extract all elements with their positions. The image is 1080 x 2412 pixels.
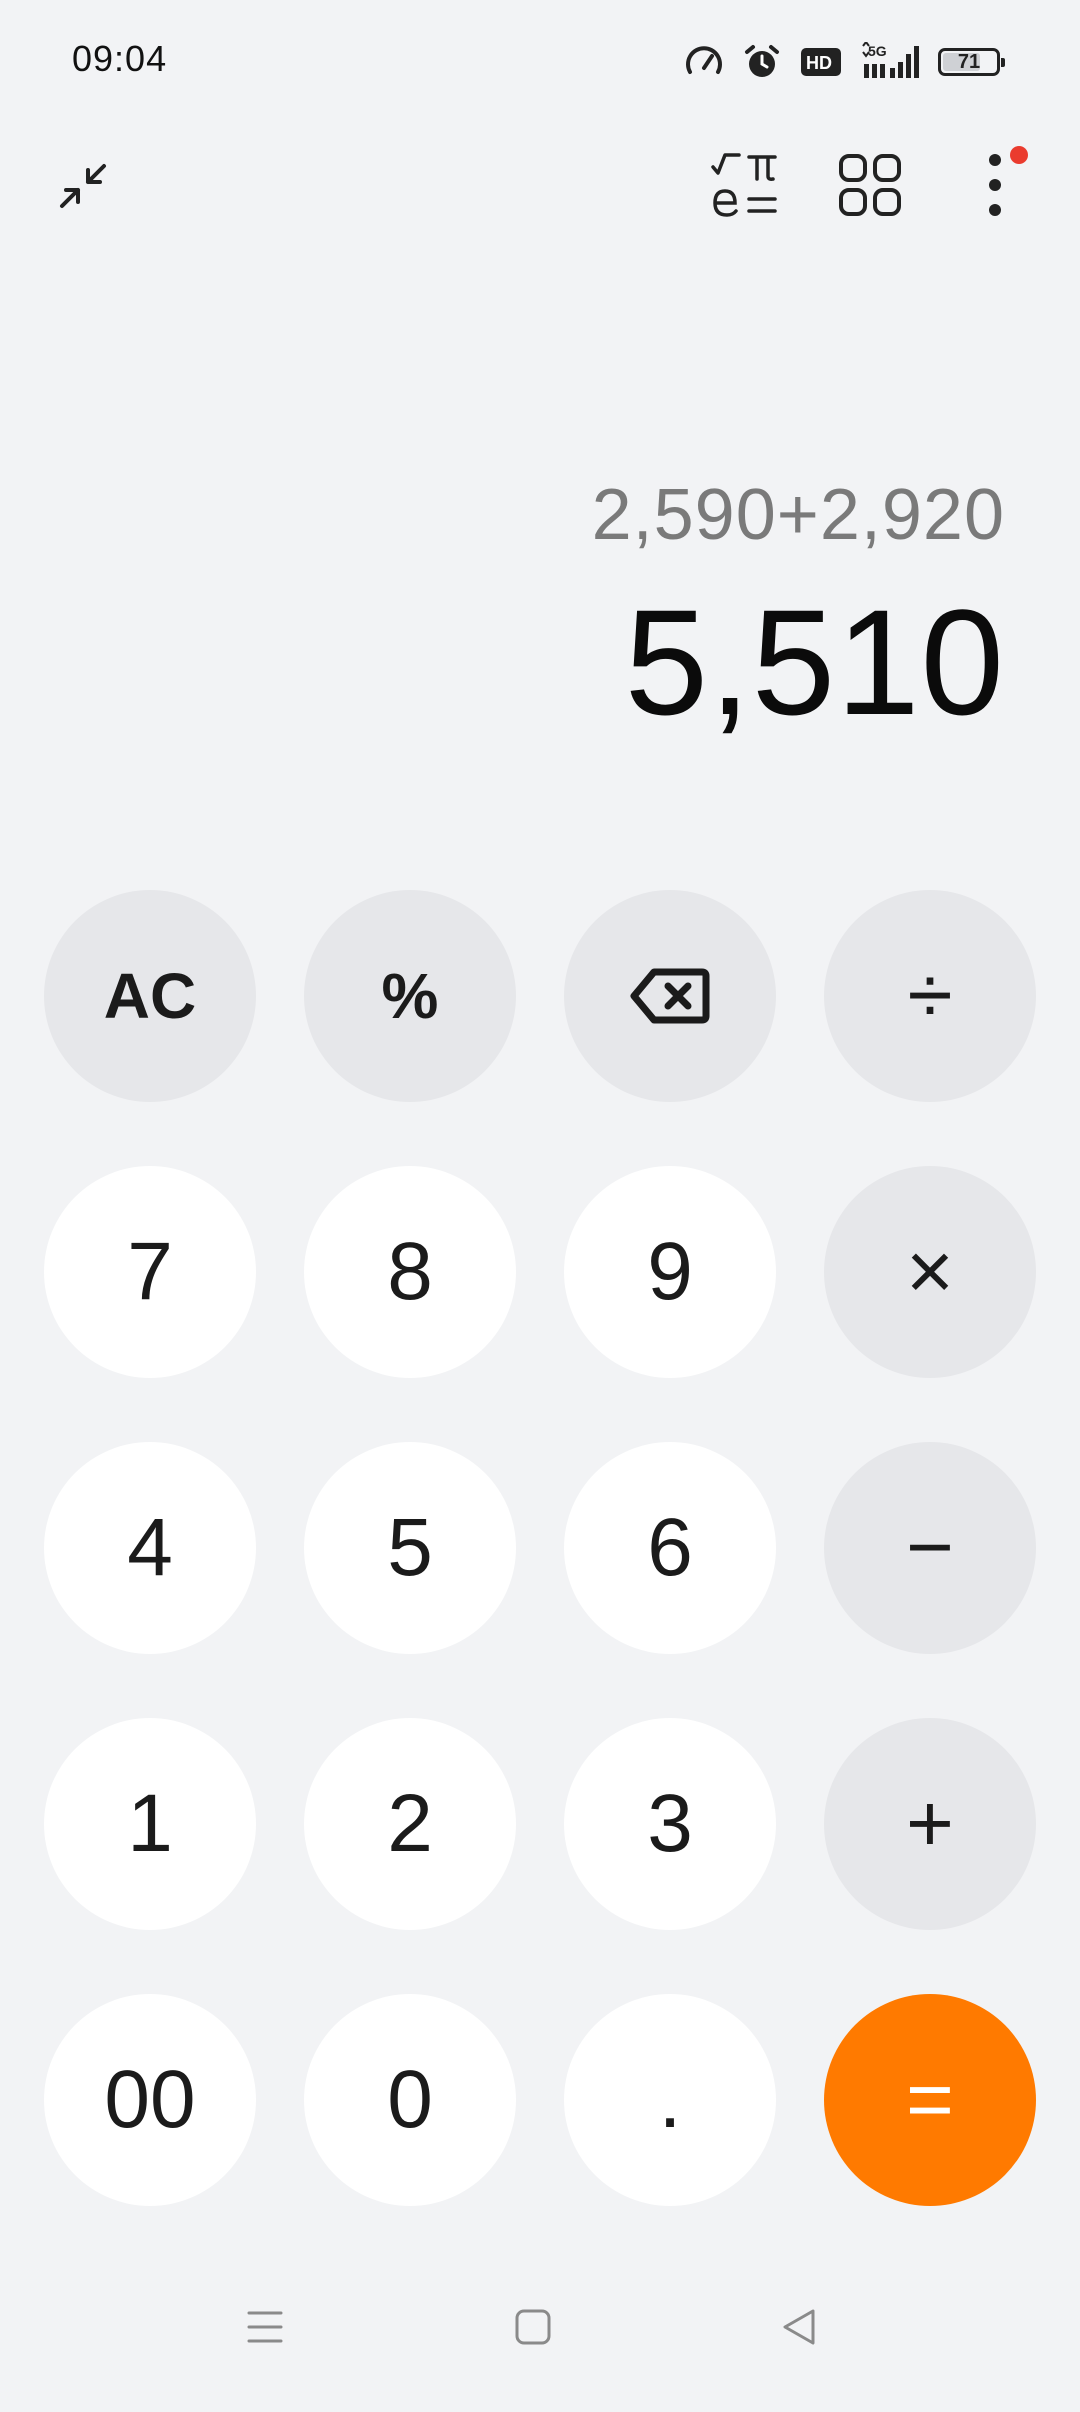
minimize-icon bbox=[60, 164, 106, 208]
back-button[interactable] bbox=[764, 2292, 834, 2362]
recent-apps-button[interactable] bbox=[230, 2292, 300, 2362]
digit-9-button[interactable]: 9 bbox=[564, 1166, 776, 1378]
notification-dot bbox=[1010, 146, 1028, 164]
menu-icon bbox=[247, 2311, 283, 2343]
plus-button[interactable]: + bbox=[824, 1718, 1036, 1930]
double-zero-button[interactable]: 00 bbox=[44, 1994, 256, 2206]
equals-button[interactable]: = bbox=[824, 1994, 1036, 2206]
battery-icon: 71 bbox=[938, 48, 1005, 76]
digit-2-button[interactable]: 2 bbox=[304, 1718, 516, 1930]
decimal-button[interactable]: . bbox=[564, 1994, 776, 2206]
calculator-display: 2,590+2,920 5,510 bbox=[592, 470, 1005, 742]
signal-5g-icon: 5G bbox=[860, 42, 920, 82]
converter-button[interactable] bbox=[825, 140, 915, 230]
digit-7-button[interactable]: 7 bbox=[44, 1166, 256, 1378]
back-icon bbox=[783, 2309, 815, 2345]
backspace-icon bbox=[630, 968, 710, 1024]
more-options-button[interactable] bbox=[950, 140, 1040, 230]
backspace-button[interactable] bbox=[564, 890, 776, 1102]
keypad: AC % ÷ 7 8 9 × 4 5 6 − 1 2 3 + 00 0 . = bbox=[44, 890, 1038, 2206]
scientific-mode-button[interactable] bbox=[700, 140, 790, 230]
alarm-icon bbox=[742, 42, 782, 82]
data-saver-icon bbox=[684, 42, 724, 82]
status-icons: HD 5G 71 bbox=[684, 42, 1005, 82]
percent-button[interactable]: % bbox=[304, 890, 516, 1102]
digit-6-button[interactable]: 6 bbox=[564, 1442, 776, 1654]
hd-voice-icon: HD bbox=[800, 46, 842, 78]
minimize-button[interactable] bbox=[38, 140, 128, 230]
digit-5-button[interactable]: 5 bbox=[304, 1442, 516, 1654]
converter-grid-icon bbox=[839, 154, 901, 216]
divide-button[interactable]: ÷ bbox=[824, 890, 1036, 1102]
svg-text:5G: 5G bbox=[868, 43, 887, 59]
status-bar: 09:04 HD 5G 71 bbox=[0, 0, 1080, 124]
digit-4-button[interactable]: 4 bbox=[44, 1442, 256, 1654]
digit-1-button[interactable]: 1 bbox=[44, 1718, 256, 1930]
more-options-icon bbox=[989, 154, 1001, 216]
digit-8-button[interactable]: 8 bbox=[304, 1166, 516, 1378]
home-icon bbox=[515, 2309, 551, 2345]
clear-button[interactable]: AC bbox=[44, 890, 256, 1102]
digit-3-button[interactable]: 3 bbox=[564, 1718, 776, 1930]
status-time: 09:04 bbox=[72, 38, 168, 79]
scientific-mode-icon bbox=[711, 153, 777, 217]
multiply-button[interactable]: × bbox=[824, 1166, 1036, 1378]
battery-level: 71 bbox=[957, 50, 981, 73]
digit-0-button[interactable]: 0 bbox=[304, 1994, 516, 2206]
toolbar bbox=[0, 140, 1080, 270]
home-button[interactable] bbox=[498, 2292, 568, 2362]
minus-button[interactable]: − bbox=[824, 1442, 1036, 1654]
navigation-bar bbox=[0, 2242, 1080, 2412]
svg-text:HD: HD bbox=[806, 53, 832, 73]
result-text: 5,510 bbox=[624, 578, 1005, 746]
expression-text: 2,590+2,920 bbox=[591, 475, 1005, 555]
